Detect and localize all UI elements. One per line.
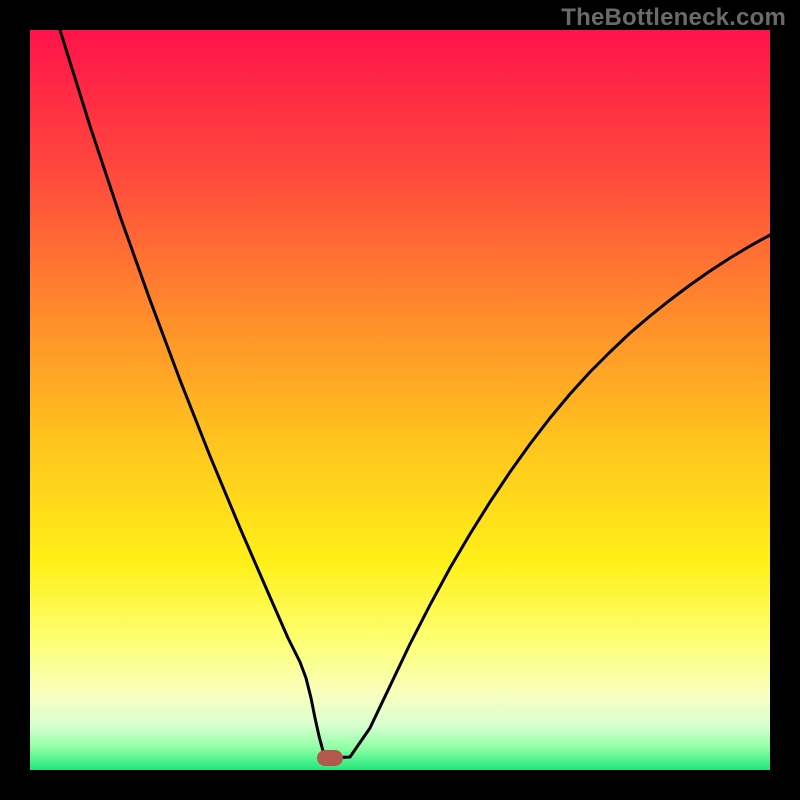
- chart-minimum-marker: [317, 750, 343, 766]
- chart-background-gradient: [30, 30, 770, 770]
- chart-plot-area: [30, 30, 770, 770]
- watermark-text: TheBottleneck.com: [561, 4, 786, 32]
